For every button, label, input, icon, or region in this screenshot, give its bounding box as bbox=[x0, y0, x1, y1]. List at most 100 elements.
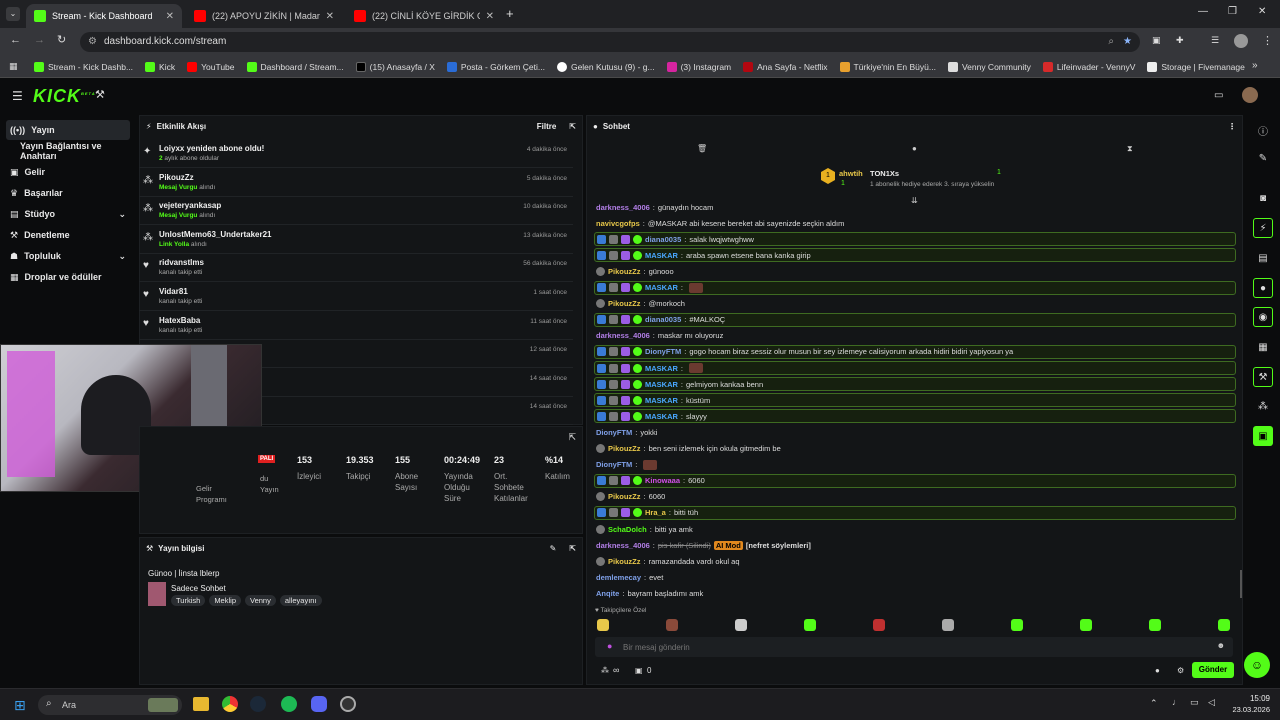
chat-username[interactable]: SchaDolch bbox=[608, 525, 647, 534]
kick-logo[interactable]: KICKBETA bbox=[33, 86, 96, 107]
chat-settings-bubble-icon[interactable]: ● bbox=[1155, 666, 1160, 675]
tag-pill[interactable]: Turkish bbox=[171, 595, 206, 606]
category-name[interactable]: Sadece Sohbet bbox=[171, 584, 226, 593]
chat-input-box[interactable]: ● ☻ bbox=[595, 637, 1233, 657]
info-icon[interactable]: ⓘ bbox=[1253, 120, 1273, 140]
url-field[interactable]: ⚙ dashboard.kick.com/stream ⌕ ★ bbox=[80, 32, 1140, 52]
bookmark-x[interactable]: (15) Anasayfa / X bbox=[355, 61, 435, 72]
tab-kick-dashboard[interactable]: Stream - Kick Dashboard ✕ bbox=[26, 4, 182, 28]
emote-icon[interactable] bbox=[873, 619, 885, 631]
sidebar-item-basarilar[interactable]: ♛ Başarılar bbox=[6, 183, 130, 203]
chat-username[interactable]: MASKAR bbox=[645, 412, 678, 421]
chat-message[interactable]: PikouzZz: ben seni izlemek için okula git… bbox=[594, 442, 1236, 456]
emote-icon[interactable] bbox=[735, 619, 747, 631]
trash-icon[interactable]: 🗑 bbox=[697, 144, 707, 153]
chat-message[interactable]: Hra_a: bitti tüh bbox=[594, 505, 1236, 520]
pin-icon[interactable]: ⚒ bbox=[95, 88, 105, 101]
chat-message[interactable]: MASKAR: slayyy bbox=[594, 409, 1236, 424]
close-icon[interactable]: ✕ bbox=[166, 11, 174, 22]
chat-username[interactable]: MASKAR bbox=[645, 364, 678, 373]
chat-scrollbar[interactable] bbox=[1240, 570, 1242, 598]
zoom-icon[interactable]: ⌕ bbox=[1108, 32, 1114, 52]
site-info-icon[interactable]: ⚙ bbox=[88, 32, 97, 52]
chat-message[interactable]: darkness_4006: günaydın hocam bbox=[594, 200, 1236, 214]
tag-pill[interactable]: Meklip bbox=[209, 595, 241, 606]
bookmark-instagram[interactable]: (3) Instagram bbox=[666, 61, 731, 72]
bookmark-lifeinvader[interactable]: Lifeinvader - VennyV bbox=[1042, 61, 1135, 72]
tab-youtube-2[interactable]: (22) CİNLİ KÖYE GİRDİK GİRME… ✕ bbox=[346, 4, 502, 28]
bookmark-kick[interactable]: Kick bbox=[145, 61, 175, 72]
chat-message[interactable]: DionyFTM: bbox=[594, 458, 1236, 472]
chat-message[interactable]: PikouzZz:6060 bbox=[594, 490, 1236, 504]
clock-time[interactable]: 15:09 bbox=[1230, 694, 1270, 703]
points-icon[interactable]: ⁂ bbox=[601, 666, 609, 675]
emoji-picker-icon[interactable]: ☻ bbox=[1217, 641, 1225, 650]
edit-pencil-icon[interactable]: ✎ bbox=[550, 544, 557, 553]
chat-message[interactable]: MASKAR: araba spawn etsene bana kanka gir… bbox=[594, 248, 1236, 263]
apps-grid-icon[interactable]: ▦ bbox=[9, 61, 18, 72]
chat-username[interactable]: PikouzZz bbox=[608, 299, 641, 308]
user-avatar[interactable] bbox=[1242, 87, 1258, 103]
emote-icon[interactable] bbox=[1080, 619, 1092, 631]
gear-icon[interactable]: ⚙ bbox=[1177, 666, 1184, 675]
sidebar-item-droplar[interactable]: ▦ Droplar ve ödüller bbox=[6, 267, 130, 287]
taskbar-search-box[interactable]: ⌕ Ara bbox=[38, 695, 182, 715]
sidebar-item-studyo[interactable]: ▤ Stüdyo ⌄ bbox=[6, 204, 130, 224]
chat-message[interactable]: darkness_4006: pis kafir (Silindi) AI Mod[… bbox=[594, 538, 1236, 552]
chat-message[interactable]: MASKAR: küstüm bbox=[594, 393, 1236, 408]
clock-date[interactable]: 23.03.2026 bbox=[1226, 705, 1270, 714]
reading-list-icon[interactable]: ☰ bbox=[1211, 35, 1219, 46]
chat-message[interactable]: diana0035: salak lwqjwtwghww bbox=[594, 232, 1236, 247]
kebab-menu-icon[interactable]: ⋮ bbox=[1228, 122, 1236, 131]
hammer-panel-icon[interactable]: ⚒ bbox=[1253, 367, 1273, 387]
chat-username[interactable]: Anqite bbox=[596, 589, 619, 598]
chat-username[interactable]: darkness_4006 bbox=[596, 203, 650, 212]
chat-message[interactable]: diana0035: #MALKOÇ bbox=[594, 312, 1236, 327]
tray-chevron-up-icon[interactable]: ⌃ bbox=[1150, 698, 1158, 709]
microphone-icon[interactable]: ● bbox=[607, 641, 612, 651]
chat-username[interactable]: navivcgofps bbox=[596, 219, 640, 228]
emote-icon[interactable] bbox=[942, 619, 954, 631]
filter-button[interactable]: Filtre bbox=[537, 122, 557, 131]
tag-pill[interactable]: alleyayını bbox=[279, 595, 322, 606]
chat-message[interactable]: DionyFTM: gogo hocam biraz sessiz olur mu… bbox=[594, 344, 1236, 359]
chat-username[interactable]: darkness_4006 bbox=[596, 331, 650, 340]
forward-arrow-icon[interactable]: → bbox=[34, 34, 45, 46]
lightning-panel-icon[interactable]: ⚡ bbox=[1253, 218, 1273, 238]
chat-message[interactable]: DionyFTM: yokki bbox=[594, 425, 1236, 439]
bookmark-turkiye[interactable]: Türkiye'nin En Büyü... bbox=[839, 61, 936, 72]
steam-icon[interactable] bbox=[250, 696, 266, 712]
activity-item[interactable]: ♥ Vidar81 kanalı takip etti 1 saat önce bbox=[139, 283, 573, 311]
back-arrow-icon[interactable]: ← bbox=[10, 34, 21, 46]
windows-start-icon[interactable]: ⊞ bbox=[14, 697, 26, 714]
tab-youtube-1[interactable]: (22) APOYU ZİKİN | Madara Ol… ✕ bbox=[186, 4, 342, 28]
edit-icon[interactable]: ✎ bbox=[1253, 148, 1273, 168]
bookmark-venny-community[interactable]: Venny Community bbox=[947, 61, 1031, 72]
chat-username[interactable]: MASKAR bbox=[645, 283, 678, 292]
popout-icon[interactable]: ⇱ bbox=[568, 432, 576, 443]
chat-message[interactable]: MASKAR: gelmiyom kankaa benn bbox=[594, 377, 1236, 392]
bookmark-youtube[interactable]: YouTube bbox=[187, 61, 235, 72]
sidebar-item-denetleme[interactable]: ⚒ Denetleme bbox=[6, 225, 130, 245]
extensions-puzzle-icon[interactable]: ✚ bbox=[1176, 35, 1184, 46]
chat-username[interactable]: PikouzZz bbox=[608, 444, 641, 453]
activity-item[interactable]: ⁂ PikouzZz Mesaj Vurgu alındı 5 dakika önce bbox=[139, 169, 573, 197]
document-icon[interactable]: ▤ bbox=[1253, 248, 1273, 268]
chat-username[interactable]: DionyFTM bbox=[645, 347, 681, 356]
vault-icon[interactable]: ▣ bbox=[635, 666, 643, 675]
help-chat-button[interactable]: ☺ bbox=[1244, 652, 1270, 678]
chrome-icon[interactable] bbox=[222, 696, 238, 712]
browser-menu-icon[interactable]: ⋮ bbox=[1262, 34, 1273, 47]
chat-message[interactable]: MASKAR: bbox=[594, 361, 1236, 375]
chat-username[interactable]: Hra_a bbox=[645, 508, 666, 517]
stats-icon[interactable]: ▦ bbox=[1253, 337, 1273, 357]
activity-item[interactable]: ⁂ vejeteryankasap Mesaj Vurgu alındı 10 dak… bbox=[139, 197, 573, 226]
hourglass-icon[interactable]: ⧗ bbox=[1127, 144, 1133, 154]
obs-icon[interactable] bbox=[340, 696, 356, 712]
sidebar-item-topluluk[interactable]: ☗ Topluluk ⌄ bbox=[6, 246, 130, 266]
bookmark-gmail[interactable]: Gelen Kutusu (9) - g... bbox=[556, 61, 655, 72]
sidebar-item-yayin[interactable]: ((•)) Yayın bbox=[6, 120, 130, 140]
gift-target-name[interactable]: TON1Xs bbox=[870, 169, 899, 178]
close-icon[interactable]: ✕ bbox=[326, 11, 334, 22]
tab-search-button[interactable]: ⌄ bbox=[6, 7, 20, 21]
